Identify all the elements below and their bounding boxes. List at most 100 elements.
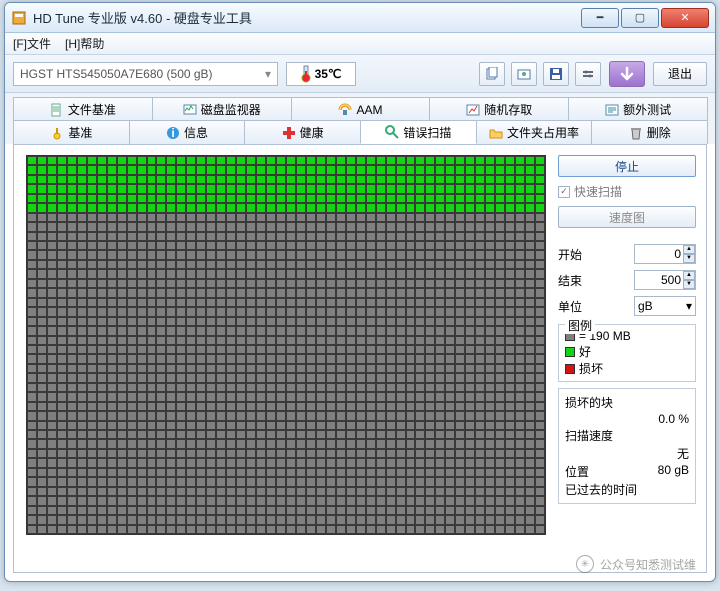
grid-cell bbox=[246, 175, 256, 184]
save-button[interactable] bbox=[543, 62, 569, 86]
grid-cell bbox=[186, 345, 196, 354]
grid-cell bbox=[475, 326, 485, 335]
tab-delete[interactable]: 删除 bbox=[591, 120, 708, 144]
menu-help[interactable]: [H]帮助 bbox=[65, 35, 104, 52]
tab-benchmark[interactable]: 基准 bbox=[13, 120, 130, 144]
grid-cell bbox=[256, 184, 266, 193]
grid-cell bbox=[67, 345, 77, 354]
exit-button[interactable]: 退出 bbox=[653, 62, 707, 86]
grid-cell bbox=[246, 364, 256, 373]
grid-cell bbox=[156, 279, 166, 288]
grid-cell bbox=[57, 213, 67, 222]
grid-cell bbox=[147, 421, 157, 430]
grid-cell bbox=[67, 364, 77, 373]
scan-action-button[interactable] bbox=[609, 61, 645, 87]
grid-cell bbox=[415, 175, 425, 184]
watermark: ✳ 公众号知悉测试维 bbox=[576, 555, 696, 573]
settings-button[interactable] bbox=[575, 62, 601, 86]
tab-container: 文件基准磁盘监视器AAM随机存取额外测试 基准i信息健康错误扫描文件夹占用率删除 bbox=[5, 93, 715, 144]
stop-button[interactable]: 停止 bbox=[558, 155, 696, 177]
grid-cell bbox=[226, 317, 236, 326]
unit-select[interactable]: gB ▾ bbox=[634, 296, 696, 316]
grid-cell bbox=[67, 260, 77, 269]
grid-cell bbox=[137, 165, 147, 174]
grid-cell bbox=[535, 232, 545, 241]
screenshot-button[interactable] bbox=[511, 62, 537, 86]
grid-cell bbox=[376, 184, 386, 193]
speed-value: 无 bbox=[677, 445, 689, 462]
grid-cell bbox=[386, 194, 396, 203]
tab-folder-usage[interactable]: 文件夹占用率 bbox=[476, 120, 593, 144]
grid-cell bbox=[266, 364, 276, 373]
grid-cell bbox=[465, 458, 475, 467]
tab-aam[interactable]: AAM bbox=[291, 97, 431, 121]
grid-cell bbox=[97, 184, 107, 193]
grid-cell bbox=[495, 232, 505, 241]
grid-cell bbox=[266, 487, 276, 496]
grid-cell bbox=[27, 496, 37, 505]
grid-cell bbox=[356, 468, 366, 477]
grid-cell bbox=[37, 383, 47, 392]
tab-extra-test[interactable]: 额外测试 bbox=[568, 97, 708, 121]
grid-cell bbox=[37, 336, 47, 345]
grid-cell bbox=[127, 506, 137, 515]
grid-cell bbox=[346, 421, 356, 430]
titlebar[interactable]: HD Tune 专业版 v4.60 - 硬盘专业工具 ━ ▢ ✕ bbox=[5, 3, 715, 33]
grid-cell bbox=[67, 194, 77, 203]
grid-cell bbox=[376, 203, 386, 212]
grid-cell bbox=[196, 354, 206, 363]
grid-cell bbox=[445, 336, 455, 345]
copy-button[interactable] bbox=[479, 62, 505, 86]
grid-cell bbox=[127, 525, 137, 534]
grid-cell bbox=[415, 288, 425, 297]
grid-cell bbox=[216, 260, 226, 269]
grid-cell bbox=[356, 194, 366, 203]
drive-select[interactable]: HGST HTS545050A7E680 (500 gB) ▾ bbox=[13, 62, 278, 86]
grid-cell bbox=[326, 354, 336, 363]
grid-cell bbox=[366, 458, 376, 467]
grid-cell bbox=[525, 496, 535, 505]
grid-cell bbox=[107, 288, 117, 297]
grid-cell bbox=[495, 213, 505, 222]
tab-random-access[interactable]: 随机存取 bbox=[429, 97, 569, 121]
grid-cell bbox=[166, 364, 176, 373]
maximize-button[interactable]: ▢ bbox=[621, 8, 659, 28]
grid-cell bbox=[156, 487, 166, 496]
close-button[interactable]: ✕ bbox=[661, 8, 709, 28]
grid-cell bbox=[495, 222, 505, 231]
start-spinner[interactable]: ▲▼ bbox=[683, 245, 695, 263]
tab-error-scan[interactable]: 错误扫描 bbox=[360, 120, 477, 144]
grid-cell bbox=[356, 364, 366, 373]
grid-cell bbox=[406, 241, 416, 250]
tab-health[interactable]: 健康 bbox=[244, 120, 361, 144]
grid-cell bbox=[376, 373, 386, 382]
minimize-button[interactable]: ━ bbox=[581, 8, 619, 28]
grid-cell bbox=[336, 430, 346, 439]
grid-cell bbox=[485, 184, 495, 193]
grid-cell bbox=[316, 175, 326, 184]
grid-cell bbox=[176, 458, 186, 467]
legend-box: 图例 = 190 MB 好 损坏 bbox=[558, 324, 696, 382]
grid-cell bbox=[406, 317, 416, 326]
end-spinner[interactable]: ▲▼ bbox=[683, 271, 695, 289]
grid-cell bbox=[475, 449, 485, 458]
tab-file-baseline[interactable]: 文件基准 bbox=[13, 97, 153, 121]
grid-cell bbox=[216, 279, 226, 288]
tab-info[interactable]: i信息 bbox=[129, 120, 246, 144]
grid-cell bbox=[386, 288, 396, 297]
grid-cell bbox=[137, 430, 147, 439]
grid-cell bbox=[445, 373, 455, 382]
grid-cell bbox=[326, 402, 336, 411]
grid-cell bbox=[475, 439, 485, 448]
menu-file[interactable]: [F]文件 bbox=[13, 35, 51, 52]
grid-cell bbox=[356, 430, 366, 439]
grid-cell bbox=[236, 336, 246, 345]
grid-cell bbox=[246, 194, 256, 203]
grid-cell bbox=[166, 213, 176, 222]
speed-map-button[interactable]: 速度图 bbox=[558, 206, 696, 228]
tab-disk-monitor[interactable]: 磁盘监视器 bbox=[152, 97, 292, 121]
grid-cell bbox=[37, 449, 47, 458]
quick-scan-checkbox[interactable]: ✓ bbox=[558, 186, 570, 198]
grid-cell bbox=[406, 298, 416, 307]
grid-cell bbox=[236, 449, 246, 458]
